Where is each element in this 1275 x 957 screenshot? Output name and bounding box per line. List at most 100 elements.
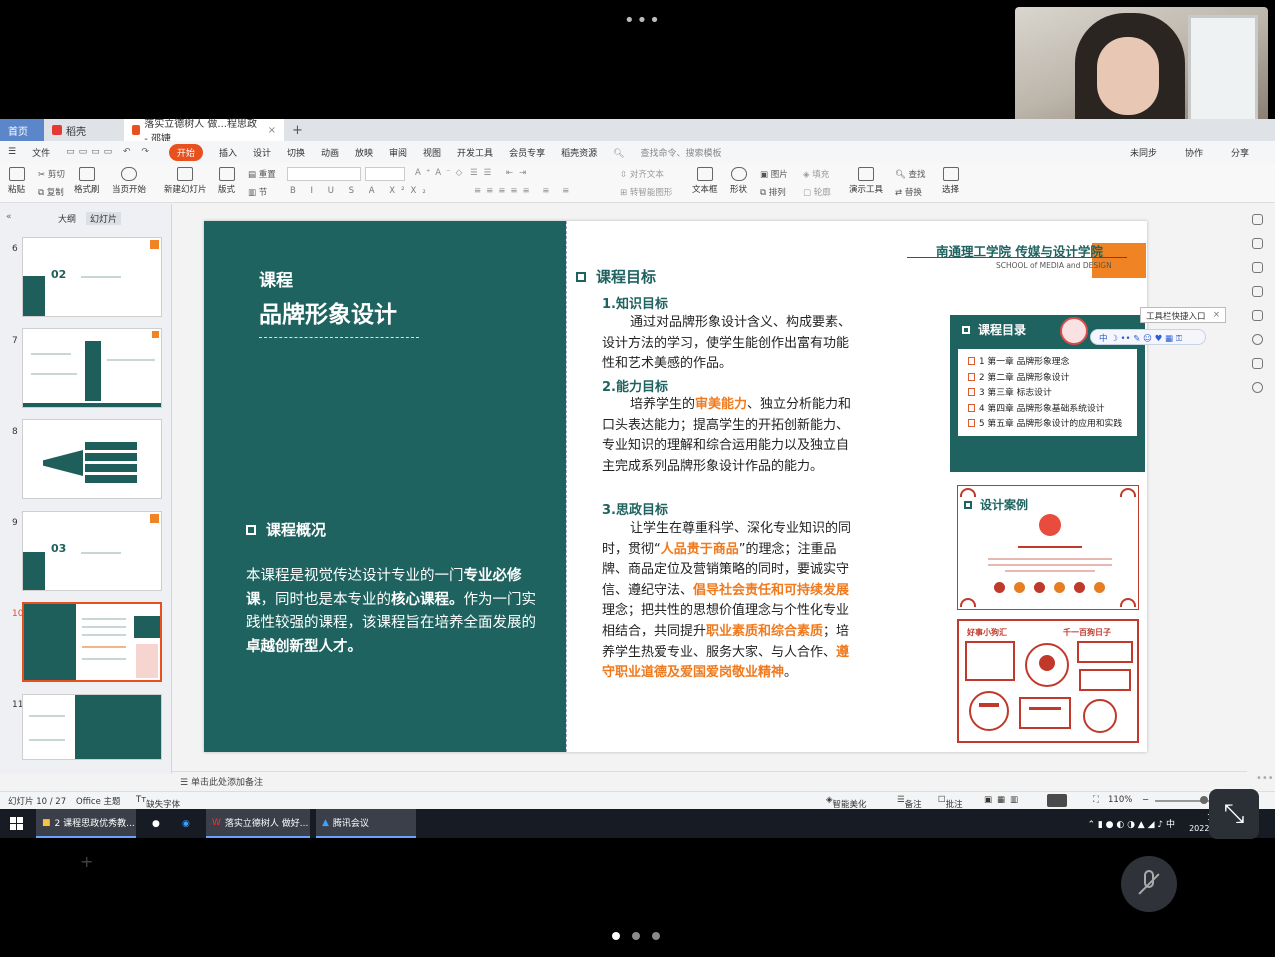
presentation-tools-button[interactable]: 演示工具 — [849, 167, 883, 195]
settings-sliders-icon[interactable] — [1251, 238, 1263, 249]
outline-button[interactable]: ▢ 轮廓 — [803, 186, 831, 198]
slide-thumbnail-11[interactable] — [22, 694, 162, 760]
collapse-panel-icon[interactable]: « — [6, 212, 12, 222]
smart-beautify-button[interactable]: ◈ 智能美化 — [826, 795, 867, 810]
menu-transition[interactable]: 切换 — [287, 146, 305, 159]
page-indicator[interactable] — [612, 925, 672, 944]
close-icon[interactable]: × — [1213, 310, 1220, 320]
tab-presentation[interactable]: 落实立德树人 做...程思政 - 邵婕 × — [124, 119, 284, 145]
cut-button[interactable]: ✂ 剪切 — [38, 168, 65, 180]
quick-access-icons[interactable]: ▭▭▭▭ ↶ ↷ — [66, 147, 153, 157]
design-case-image-2[interactable]: 好事小狗汇 千一百狗日子 — [957, 619, 1139, 743]
toc-item[interactable]: 1 第一章 品牌形象理念 — [968, 355, 1137, 371]
menu-devtools[interactable]: 开发工具 — [457, 146, 493, 159]
ime-bar[interactable]: 中 ☽ •• ✎ ☺ ♥ ▦ ⚿ — [1090, 329, 1206, 345]
pin-icon[interactable] — [1251, 262, 1263, 273]
list-buttons[interactable]: ☰☰ ⇤⇥ — [470, 168, 532, 178]
mute-toggle-button[interactable] — [1121, 856, 1177, 912]
page-dot[interactable] — [632, 932, 640, 940]
slide-thumbnail-7[interactable] — [22, 328, 162, 408]
copy-icon[interactable] — [1251, 310, 1263, 321]
toc-item[interactable]: 5 第五章 品牌形象设计的应用和实践 — [968, 417, 1137, 433]
align-text-button[interactable]: ⇳ 对齐文本 — [620, 168, 664, 180]
menu-hamburger-icon[interactable]: ☰ — [8, 147, 16, 157]
new-slide-button[interactable]: 新建幻灯片 — [164, 167, 207, 195]
picture-button[interactable]: ▣ 图片 — [760, 168, 788, 180]
slide-canvas[interactable]: 课程 品牌形象设计 课程概况 本课程是视觉传达设计专业的一门专业必修课，同时也是… — [204, 221, 1147, 752]
slideshow-play-button[interactable] — [1047, 794, 1067, 807]
menu-daoke-resources[interactable]: 稻壳资源 — [561, 146, 597, 159]
arrange-button[interactable]: ⧉ 排列 — [760, 186, 786, 198]
menu-member[interactable]: 会员专享 — [509, 146, 545, 159]
taskbar-qq[interactable]: ● — [146, 809, 166, 838]
font-style-buttons[interactable]: B I U S A X²X₂ — [290, 186, 432, 196]
taskbar-browser[interactable]: ◉ — [176, 809, 196, 838]
missing-font-button[interactable]: Tт 缺失字体 — [136, 795, 180, 810]
section-button[interactable]: ▥ 节 — [248, 186, 267, 198]
select-button[interactable]: 选择 — [942, 167, 959, 195]
command-search[interactable]: 🔍︎ 查找命令、搜索模板 — [613, 146, 737, 159]
reset-button[interactable]: ▤ 重置 — [248, 168, 276, 180]
new-tab-button[interactable]: + — [284, 123, 311, 138]
collaborate-button[interactable]: 协作 — [1185, 146, 1203, 159]
paste-button[interactable]: 粘贴 — [8, 167, 25, 195]
more-icon[interactable]: ••• — [1256, 773, 1274, 784]
taskbar-folder[interactable]: ■ 2 课程思政优秀教... — [36, 809, 136, 838]
taskbar-wps[interactable]: W 落实立德树人 做好... — [206, 809, 310, 838]
find-button[interactable]: 🔍︎ 查找 — [895, 168, 926, 180]
font-grow-shrink-icons[interactable]: A⁺A⁻◇ — [415, 168, 467, 178]
share-button[interactable]: 分享 — [1231, 146, 1249, 159]
fullscreen-toggle-icon[interactable]: ⤡ — [1209, 789, 1259, 839]
window-icon[interactable] — [1251, 286, 1263, 297]
zoom-level[interactable]: 110% — [1108, 795, 1132, 805]
location-icon[interactable] — [1251, 382, 1263, 393]
menu-animation[interactable]: 动画 — [321, 146, 339, 159]
textbox-button[interactable]: 文本框 — [692, 167, 718, 195]
smart-graphic-button[interactable]: ⊞ 转智能图形 — [620, 186, 672, 198]
menu-insert[interactable]: 插入 — [219, 146, 237, 159]
shape-button[interactable]: 形状 — [730, 167, 747, 195]
replace-button[interactable]: ⇄ 替换 — [895, 186, 922, 198]
slide-thumbnail-10[interactable] — [22, 602, 162, 682]
menu-file[interactable]: 文件 — [32, 146, 50, 159]
menu-start[interactable]: 开始 — [168, 143, 203, 161]
tab-daoke[interactable]: 稻壳 — [44, 119, 124, 141]
fit-window-icon[interactable]: ⛶ — [1093, 795, 1099, 805]
zoom-slider-handle[interactable] — [1200, 796, 1208, 804]
comment-button[interactable]: ☐ 批注 — [938, 795, 963, 810]
zoom-out-button[interactable]: − — [1142, 795, 1149, 805]
close-tab-icon[interactable]: × — [268, 125, 276, 136]
tool-icon[interactable] — [1251, 214, 1263, 225]
align-buttons[interactable]: ≡≡≡≡≡ ≡ ≡ — [474, 186, 574, 196]
toc-item[interactable]: 4 第四章 品牌形象基础系统设计 — [968, 402, 1137, 418]
toc-item[interactable]: 2 第二章 品牌形象设计 — [968, 371, 1137, 387]
font-size-select[interactable] — [365, 167, 405, 181]
notes-toggle-button[interactable]: ☰ 备注 — [897, 795, 922, 810]
windows-start-icon[interactable] — [10, 817, 23, 830]
notes-pane[interactable]: ☰ 单击此处添加备注 — [172, 771, 1247, 789]
page-dot[interactable] — [652, 932, 660, 940]
tab-outline[interactable]: 大纲 — [58, 212, 76, 225]
menu-slideshow[interactable]: 放映 — [355, 146, 373, 159]
ime-toolbar[interactable]: 中 ☽ •• ✎ ☺ ♥ ▦ ⚿ — [1060, 317, 1208, 347]
tab-home[interactable]: 首页 — [0, 119, 44, 141]
design-case-image-1[interactable]: 设计案例 — [957, 485, 1139, 610]
format-painter-button[interactable]: 格式刷 — [74, 167, 100, 195]
taskbar-meeting[interactable]: ▲ 腾讯会议 — [316, 809, 416, 838]
fill-button[interactable]: ◈ 填充 — [803, 168, 829, 180]
font-family-select[interactable] — [287, 167, 361, 181]
slide-thumbnail-8[interactable] — [22, 419, 162, 499]
slide-thumbnail-6[interactable]: 02 — [22, 237, 162, 317]
layout-button[interactable]: 版式 — [218, 167, 235, 195]
menu-view[interactable]: 视图 — [423, 146, 441, 159]
help-icon[interactable] — [1251, 334, 1263, 345]
slide-thumbnail-9[interactable]: 03 — [22, 511, 162, 591]
toc-item[interactable]: 3 第三章 标志设计 — [968, 386, 1137, 402]
menu-review[interactable]: 审阅 — [389, 146, 407, 159]
play-from-current-button[interactable]: 当页开始 — [112, 167, 146, 195]
view-mode-icons[interactable]: ▣▦▥ — [984, 795, 1023, 805]
add-slide-button[interactable]: + — [80, 852, 93, 871]
page-dot-active[interactable] — [612, 932, 620, 940]
more-options-icon[interactable]: ••• — [624, 10, 662, 31]
menu-design[interactable]: 设计 — [253, 146, 271, 159]
